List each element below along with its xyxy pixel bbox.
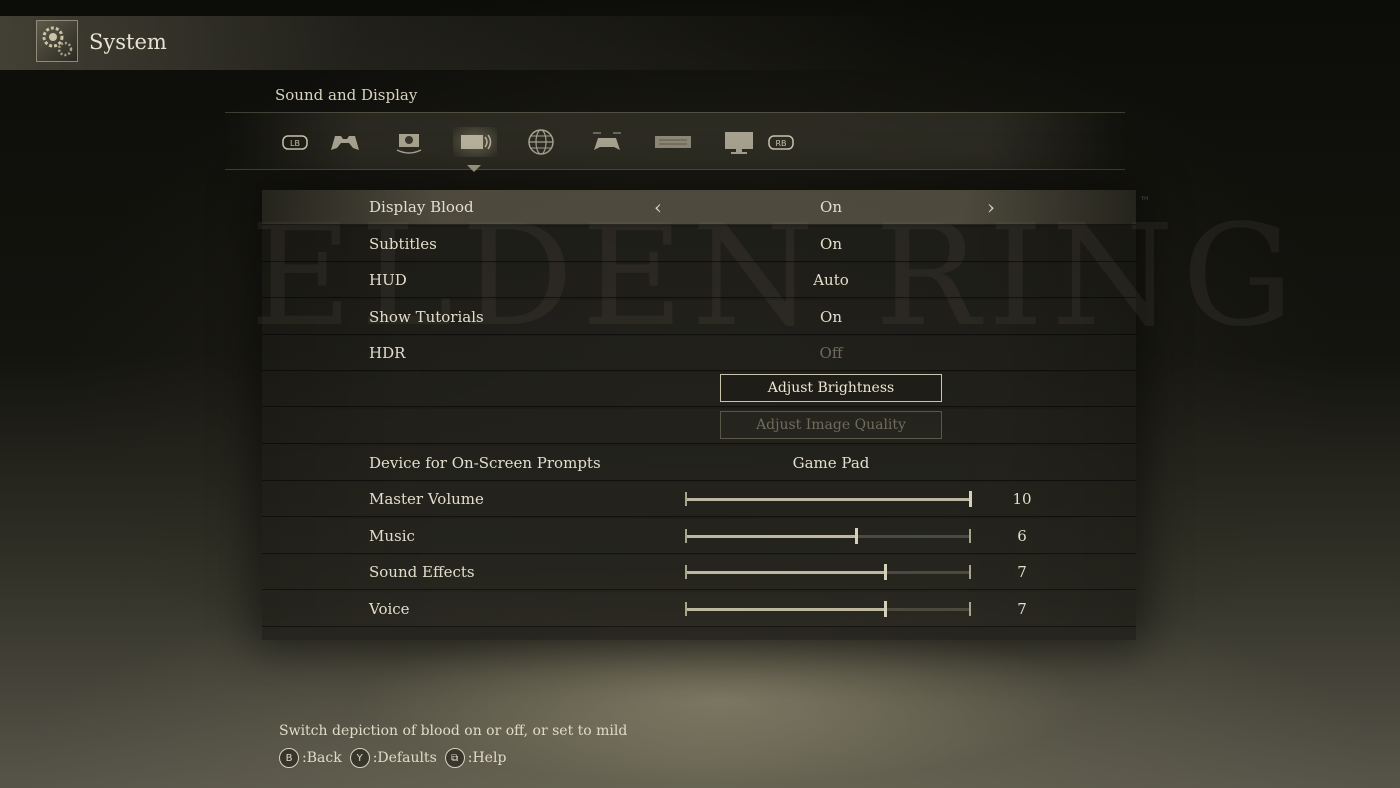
b-button-icon[interactable]: B — [279, 748, 299, 768]
monitor-icon — [725, 132, 753, 154]
setting-value: On — [820, 198, 842, 216]
tab-keyboard[interactable] — [651, 127, 695, 157]
setting-row-hdr[interactable]: HDR Off — [262, 336, 1136, 371]
slider-knob[interactable] — [969, 491, 972, 507]
trademark-mark: ™ — [1140, 196, 1150, 207]
slider-knob[interactable] — [883, 601, 887, 617]
setting-value: On — [820, 235, 842, 253]
rb-bumper-icon[interactable]: RB — [759, 127, 803, 157]
section-title: Sound and Display — [275, 86, 418, 104]
button-prompts: B :Back Y :Defaults ⧉ :Help — [279, 748, 514, 768]
slider-fill — [686, 498, 970, 501]
setting-row-music[interactable]: Music 6 — [262, 519, 1136, 554]
setting-label: Voice — [369, 600, 410, 618]
tab-sound-display[interactable] — [453, 127, 497, 157]
setting-row-show-tutorials[interactable]: Show Tutorials On — [262, 300, 1136, 335]
setting-row-voice[interactable]: Voice 7 — [262, 592, 1136, 627]
setting-value: Off — [819, 344, 843, 362]
setting-value: 6 — [1017, 527, 1027, 545]
setting-row-master-volume[interactable]: Master Volume 10 — [262, 482, 1136, 517]
svg-text:RB: RB — [775, 139, 786, 148]
slider-start-cap — [685, 565, 687, 579]
camera-icon — [396, 134, 422, 154]
setting-label: Subtitles — [369, 235, 437, 253]
setting-label: Device for On-Screen Prompts — [369, 454, 601, 472]
tab-controller[interactable] — [323, 127, 367, 157]
setting-row-adjust-image-quality: Adjust Image Quality — [262, 409, 1136, 444]
setting-row-device-prompts[interactable]: Device for On-Screen Prompts Game Pad — [262, 446, 1136, 481]
help-description: Switch depiction of blood on or off, or … — [279, 723, 628, 739]
slider-start-cap — [685, 492, 687, 506]
setting-label: HUD — [369, 271, 407, 289]
tab-camera[interactable] — [387, 127, 431, 157]
sound-display-icon — [461, 134, 492, 150]
setting-label: HDR — [369, 344, 406, 362]
tab-bar: LB RB — [225, 112, 1125, 170]
setting-label: Display Blood — [369, 198, 474, 216]
defaults-prompt-label[interactable]: :Defaults — [373, 750, 437, 766]
slider-knob[interactable] — [883, 564, 887, 580]
slider-start-cap — [685, 602, 687, 616]
setting-label: Show Tutorials — [369, 308, 484, 326]
view-button-icon[interactable]: ⧉ — [444, 748, 465, 768]
svg-text:LB: LB — [290, 139, 300, 148]
setting-value: On — [820, 308, 842, 326]
setting-row-subtitles[interactable]: Subtitles On — [262, 227, 1136, 262]
y-button-icon[interactable]: Y — [349, 748, 370, 768]
slider-knob[interactable] — [855, 528, 859, 544]
lb-bumper-icon[interactable]: LB — [273, 127, 317, 157]
music-slider[interactable] — [685, 528, 971, 544]
setting-row-adjust-brightness: Adjust Brightness — [262, 372, 1136, 407]
setting-value: 7 — [1017, 600, 1027, 618]
slider-fill — [686, 608, 885, 611]
chevron-left-icon[interactable]: ‹ — [654, 195, 662, 219]
setting-label: Master Volume — [369, 490, 484, 508]
page-title: System — [89, 30, 167, 54]
setting-value: 7 — [1017, 563, 1027, 581]
gear-icon — [36, 20, 78, 62]
slider-end-cap — [969, 602, 971, 616]
adjust-image-quality-button[interactable]: Adjust Image Quality — [720, 411, 942, 439]
help-prompt-label[interactable]: :Help — [468, 750, 507, 766]
chevron-right-icon[interactable]: › — [987, 195, 995, 219]
slider-end-cap — [969, 565, 971, 579]
slider-fill — [686, 535, 857, 538]
setting-row-sound-effects[interactable]: Sound Effects 7 — [262, 555, 1136, 590]
gamepad-icon — [331, 136, 359, 150]
slider-fill — [686, 571, 885, 574]
slider-start-cap — [685, 529, 687, 543]
tab-network[interactable] — [519, 127, 563, 157]
globe-icon — [528, 129, 554, 155]
setting-value: Game Pad — [792, 454, 870, 472]
setting-row-hud[interactable]: HUD Auto — [262, 263, 1136, 298]
voice-slider[interactable] — [685, 601, 971, 617]
back-prompt-label[interactable]: :Back — [302, 750, 342, 766]
setting-value: Auto — [813, 271, 849, 289]
adjust-brightness-button[interactable]: Adjust Brightness — [720, 374, 942, 402]
tab-controls[interactable] — [585, 127, 629, 157]
active-tab-indicator — [467, 165, 481, 172]
controller-settings-icon — [593, 132, 621, 150]
setting-label: Sound Effects — [369, 563, 475, 581]
setting-label: Music — [369, 527, 415, 545]
master-volume-slider[interactable] — [685, 491, 972, 507]
tab-graphics[interactable] — [717, 127, 761, 157]
setting-row-display-blood[interactable]: Display Blood ‹ On › — [262, 190, 1136, 225]
setting-value: 10 — [1012, 490, 1032, 508]
sound-effects-slider[interactable] — [685, 564, 971, 580]
slider-end-cap — [969, 529, 971, 543]
keyboard-icon — [655, 136, 691, 148]
